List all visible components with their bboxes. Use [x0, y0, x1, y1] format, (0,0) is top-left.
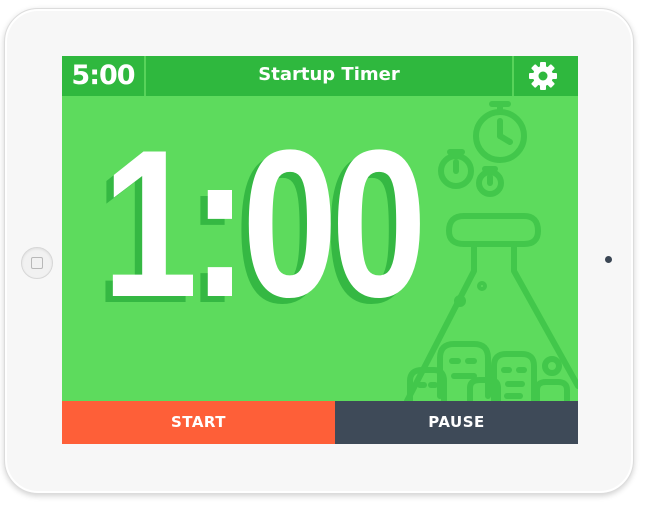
app-title: Startup Timer — [258, 64, 400, 85]
clock-display: 5:00 — [71, 60, 135, 91]
topbar-separator-right — [512, 56, 514, 96]
stopwatch-icon — [476, 166, 504, 197]
stopwatch-icon — [473, 101, 527, 163]
timer-display: 1:00 — [102, 106, 427, 341]
timer-screen: 5:00 Startup Timer 1:00 START PAUSE — [62, 56, 578, 444]
home-button[interactable] — [21, 247, 53, 279]
stopwatch-icon — [438, 149, 474, 189]
flask-illustration — [404, 101, 578, 401]
camera-dot — [605, 256, 612, 263]
pause-button[interactable]: PAUSE — [335, 401, 578, 444]
gear-icon[interactable] — [528, 61, 558, 91]
top-bar: 5:00 Startup Timer — [62, 56, 578, 96]
start-button[interactable]: START — [62, 401, 335, 444]
